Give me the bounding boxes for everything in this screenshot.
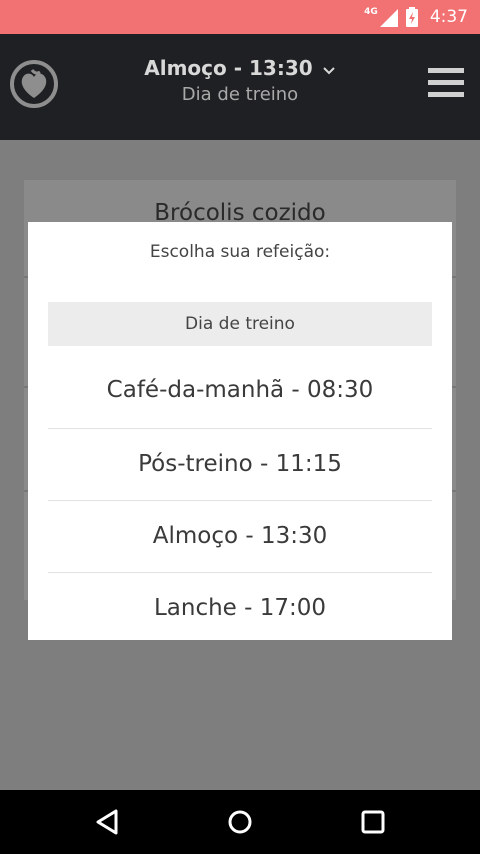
battery-icon xyxy=(405,7,418,27)
chevron-down-icon[interactable] xyxy=(322,66,336,76)
hamburger-menu-icon[interactable] xyxy=(428,68,464,98)
meal-picker-dialog: Escolha sua refeição: Dia de treino Café… xyxy=(28,222,452,640)
page-title[interactable]: Almoço - 13:30 xyxy=(144,56,312,80)
dialog-title: Escolha sua refeição: xyxy=(149,242,331,262)
network-type-label: 4G xyxy=(364,7,378,17)
system-nav-bar xyxy=(0,790,480,854)
page-subtitle: Dia de treino xyxy=(181,84,299,105)
app-bar: Almoço - 13:30 Dia de treino xyxy=(0,34,480,140)
clock: 4:37 xyxy=(429,7,468,27)
recents-icon[interactable] xyxy=(359,808,387,836)
status-bar: 4G 4:37 xyxy=(0,0,480,34)
meal-option-pos-treino[interactable]: Pós-treino - 11:15 xyxy=(48,428,432,500)
network-indicator: 4G xyxy=(364,7,398,27)
section-header: Dia de treino xyxy=(48,302,432,346)
meal-option-almoco[interactable]: Almoço - 13:30 xyxy=(48,500,432,572)
home-icon[interactable] xyxy=(226,808,254,836)
meal-option-lanche[interactable]: Lanche - 17:00 xyxy=(48,572,432,644)
meal-selector[interactable]: Almoço - 13:30 Dia de treino xyxy=(0,56,480,105)
meal-option-cafe-da-manha[interactable]: Café-da-manhã - 08:30 xyxy=(48,354,432,426)
cell-signal-icon xyxy=(379,9,398,27)
back-icon[interactable] xyxy=(94,808,122,836)
